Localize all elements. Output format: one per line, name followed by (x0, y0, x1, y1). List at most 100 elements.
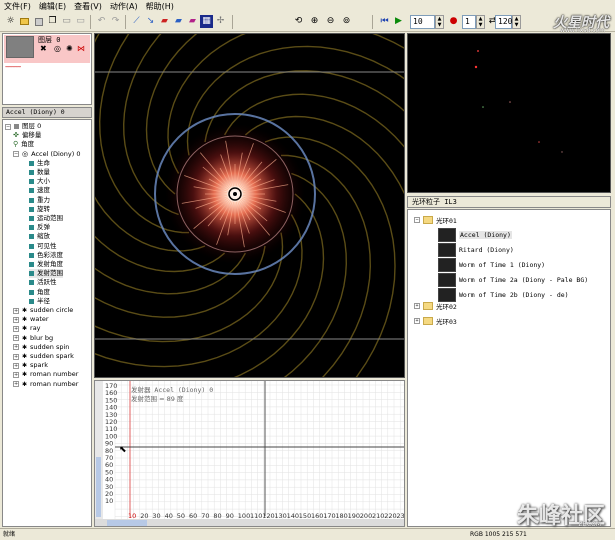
tree-item[interactable]: 大小 (29, 177, 50, 186)
emitter-area-icon[interactable]: ▰ (158, 15, 171, 28)
tree-item[interactable]: 运动范围 (29, 214, 63, 223)
tree-item[interactable]: + ✱ blur bg (13, 334, 53, 343)
library-item[interactable]: Worm of Time 2b (Diony - de) (438, 288, 569, 302)
zoom-back-icon[interactable]: ⟲ (292, 15, 305, 28)
tree-item[interactable]: 重力 (29, 196, 50, 205)
library-item[interactable]: Ritard (Diony) (438, 243, 514, 257)
new-icon[interactable]: ☼ (4, 15, 17, 28)
tree-item-label: 运动范围 (37, 214, 63, 222)
library-item[interactable]: Accel (Diony) (438, 228, 512, 242)
menu-item-2[interactable]: 查看(V) (74, 1, 102, 12)
tree-item[interactable]: 数量 (29, 168, 50, 177)
particle-canvas[interactable] (94, 33, 405, 378)
save-icon[interactable] (32, 15, 45, 28)
emitter-point-icon[interactable]: ⟋ (130, 15, 143, 28)
expand-icon[interactable]: + (414, 303, 420, 309)
tree-item[interactable]: + ✱ sudden spark (13, 352, 74, 361)
tree-item[interactable]: 色彩浓度 (29, 251, 63, 260)
expand-icon[interactable]: + (13, 325, 19, 332)
frame-input[interactable]: 10 (410, 15, 435, 29)
property-tree: − 图层 0 ✜ 偏移量 ⚲ 角度 − ◎ Accel (Diony) 0 生命 数量 大小 速度 重力旋… (2, 119, 92, 527)
parameter-icon (29, 252, 34, 258)
copy-icon[interactable]: ❐ (46, 15, 59, 28)
curve-graph-panel[interactable]: 170 160 150 140 130 120 110 100 90 80 70 60 50 40 30 20… (94, 380, 405, 527)
tree-item[interactable]: + ✱ sudden spin (13, 343, 69, 352)
frame-spin-button[interactable]: ▲ ▼ (435, 15, 444, 29)
expand-icon[interactable]: + (13, 316, 19, 323)
open-folder-icon[interactable] (18, 15, 31, 28)
tree-item[interactable]: 反弹 (29, 223, 50, 232)
library-item[interactable]: Worm of Time 1 (Diony) (438, 258, 545, 272)
tree-item[interactable]: ⚲ 角度 (13, 140, 34, 149)
emitter-shape-icon[interactable]: ▰ (186, 15, 199, 28)
tree-item[interactable]: + ✱ water (13, 315, 49, 324)
x-tick-label: 200 (360, 512, 372, 520)
menu-item-4[interactable]: 帮助(H) (146, 1, 174, 12)
layer-row[interactable]: 图层 0 ✖ ◎ ✺ ⋈ (4, 35, 90, 63)
tree-item-label: 缩放 (37, 232, 50, 241)
menu-item-1[interactable]: 编辑(E) (39, 1, 66, 12)
zoom-fit-icon[interactable]: ⊚ (340, 15, 353, 28)
record-icon[interactable]: ● (447, 15, 460, 28)
tree-item[interactable]: 速度 (29, 186, 50, 195)
tree-item[interactable]: 活跃性 (29, 278, 57, 287)
zoom-in-icon[interactable]: ⊕ (308, 15, 321, 28)
tree-item[interactable]: ✜ 偏移量 (13, 131, 41, 140)
x-tick-label: 120 (262, 512, 274, 520)
target-icon[interactable]: ◎ (54, 44, 61, 53)
tree-item[interactable]: + ✱ sudden circle (13, 306, 73, 315)
expand-icon[interactable]: + (13, 344, 19, 351)
tree-item[interactable]: + ✱ roman number (13, 370, 78, 379)
menu-item-0[interactable]: 文件(F) (4, 1, 31, 12)
fps-spin-button[interactable]: ▲ ▼ (512, 15, 521, 29)
paste-icon[interactable]: ▭ (60, 15, 73, 28)
play-icon[interactable]: ▶ (392, 15, 405, 28)
tree-item[interactable]: 角度 (29, 288, 50, 297)
x-tick-label: 60 (189, 512, 197, 520)
tree-item[interactable]: 半径 (29, 297, 50, 306)
tree-item[interactable]: + ✱ roman number (13, 380, 78, 389)
collapse-icon[interactable]: − (5, 123, 11, 130)
tree-item[interactable]: − 图层 0 (5, 122, 41, 131)
gear-icon[interactable]: ✺ (66, 44, 73, 53)
menu-item-3[interactable]: 动作(A) (110, 1, 138, 12)
expand-icon[interactable]: + (13, 353, 19, 360)
expand-icon[interactable]: + (414, 318, 420, 324)
redo-icon[interactable]: ↷ (109, 15, 122, 28)
copy2-icon[interactable]: ▭ (74, 15, 87, 28)
grid-icon[interactable]: ▦ (200, 15, 213, 28)
move-icon[interactable]: ✖ (40, 44, 47, 53)
library-folder-03[interactable]: + 光环03 (414, 316, 457, 326)
fps-input[interactable]: 120 (495, 15, 512, 29)
eyedrop-icon[interactable]: ✢ (214, 15, 227, 28)
frame2-input[interactable]: 1 (462, 15, 476, 29)
collapse-icon[interactable]: − (414, 217, 420, 223)
expand-icon[interactable]: + (13, 307, 19, 314)
tree-item[interactable]: − ◎ Accel (Diony) 0 (13, 150, 81, 159)
expand-icon[interactable]: + (13, 371, 19, 378)
library-folder-02[interactable]: + 光环02 (414, 301, 457, 311)
library-item[interactable]: Worm of Time 2a (Diony - Pale BG) (438, 273, 588, 287)
rewind-icon[interactable]: ⏮ (378, 15, 391, 28)
zoom-out-icon[interactable]: ⊖ (324, 15, 337, 28)
tree-item[interactable]: 旋转 (29, 205, 50, 214)
tree-item[interactable]: 发射角度 (29, 260, 63, 269)
tree-item[interactable]: + ✱ ray (13, 324, 41, 333)
library-panel: − 光环01 Accel (Diony) Ritard (Diony) Worm… (407, 209, 611, 527)
undo-icon[interactable]: ↶ (95, 15, 108, 28)
tree-item[interactable]: + ✱ spark (13, 361, 48, 370)
collapse-icon[interactable]: − (13, 151, 19, 158)
expand-icon[interactable]: + (13, 381, 19, 388)
expand-icon[interactable]: + (13, 362, 19, 369)
emitter-ellipse-icon[interactable]: ▰ (172, 15, 185, 28)
library-folder-01[interactable]: − 光环01 (414, 215, 457, 225)
tree-item[interactable]: 可见性 (29, 242, 57, 251)
menu-bar: 文件(F) 编辑(E) 查看(V) 动作(A) 帮助(H) (0, 0, 615, 12)
tree-item[interactable]: 缩放 (29, 232, 50, 241)
tree-item[interactable]: 生命 (29, 159, 50, 168)
expand-icon[interactable]: + (13, 335, 19, 342)
emitter-line-icon[interactable]: ↘ (144, 15, 157, 28)
tree-item[interactable]: 发射范围 (29, 269, 63, 279)
frame2-spin-button[interactable]: ▲ ▼ (476, 15, 485, 29)
bowtie-icon[interactable]: ⋈ (77, 44, 85, 53)
